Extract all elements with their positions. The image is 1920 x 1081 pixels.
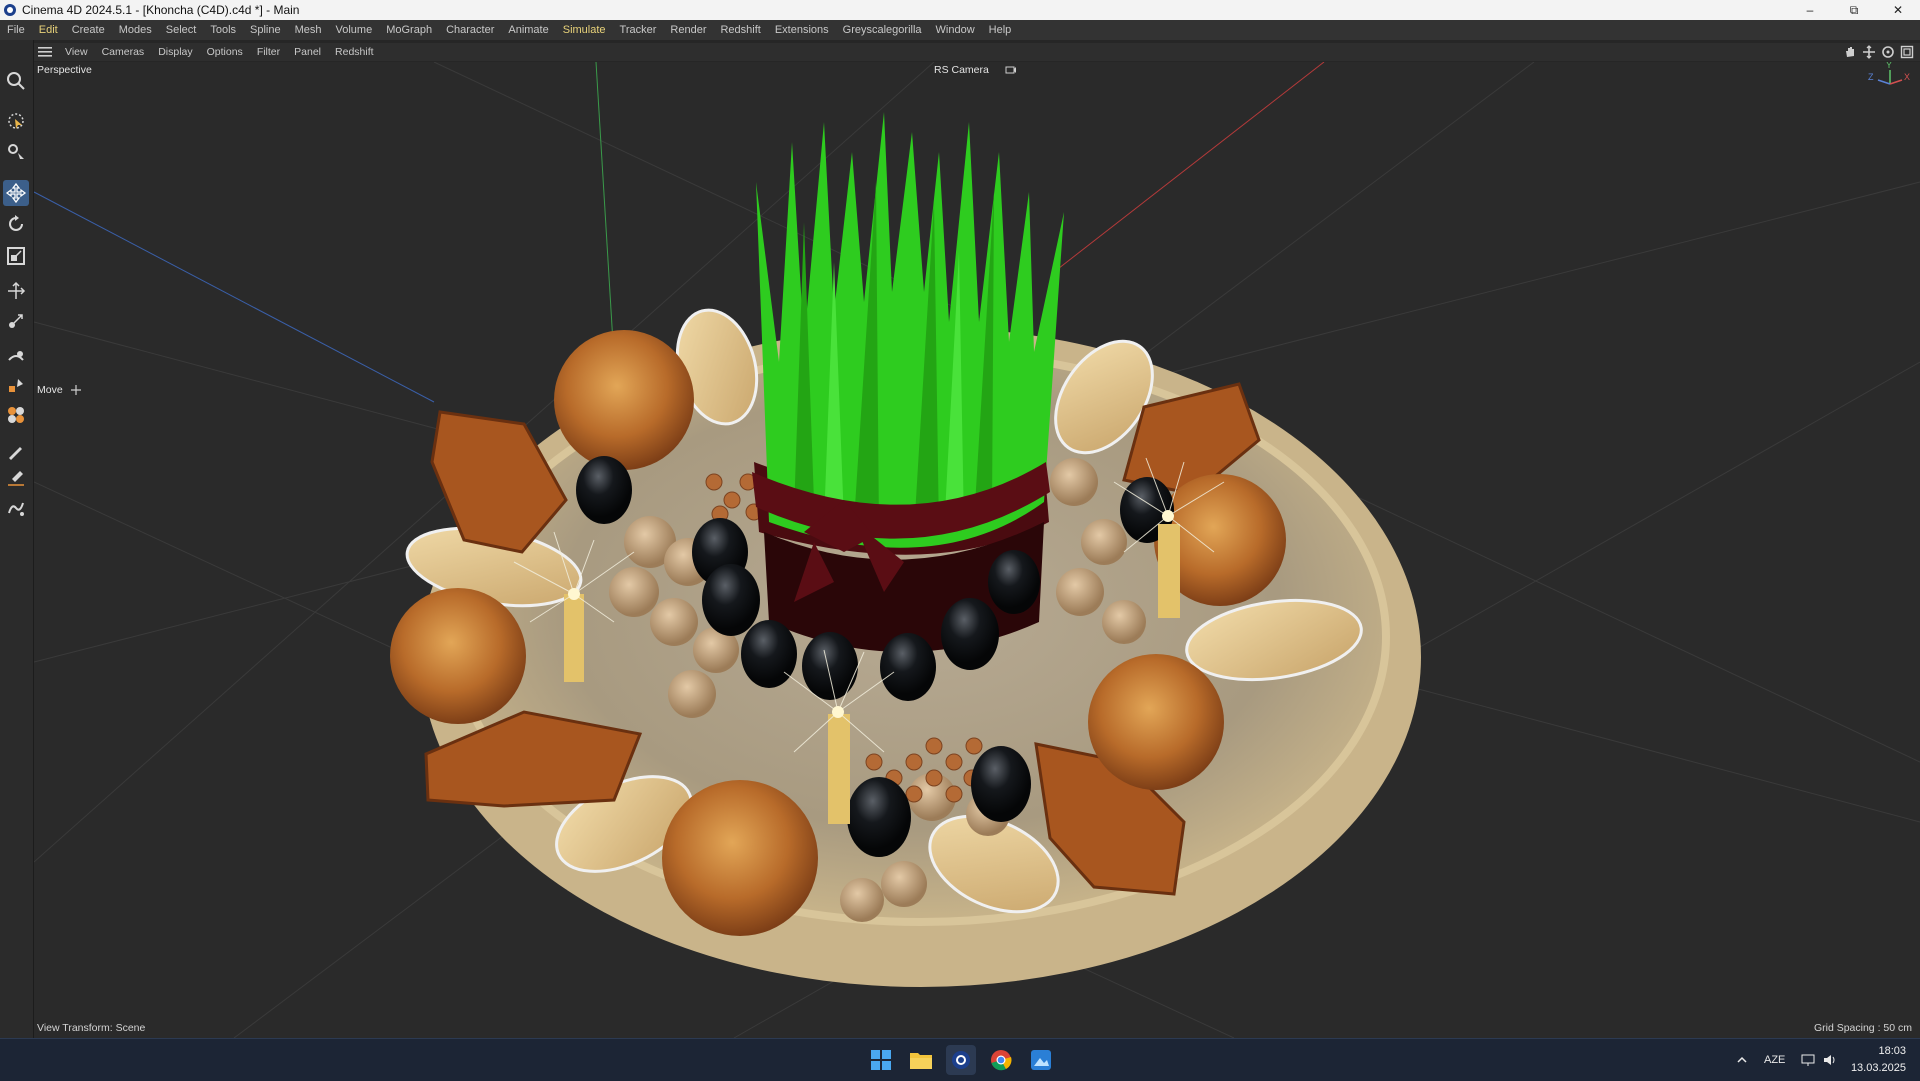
scene-render [34,62,1920,1038]
windows-taskbar: AZE 18:03 13.03.2025 [0,1038,1920,1081]
window-title: Cinema 4D 2024.5.1 - [Khoncha (C4D).c4d … [22,3,300,17]
main-menu-bar: File Edit Create Modes Select Tools Spli… [0,20,1920,40]
menu-window[interactable]: Window [929,24,982,36]
search-icon[interactable] [3,68,29,94]
chevron-up-icon[interactable] [1736,1054,1748,1066]
axis-gizmo [1877,70,1903,85]
transform-icon[interactable] [3,278,29,304]
clock-time: 18:03 [1878,1045,1906,1057]
chrome-icon[interactable] [986,1045,1016,1075]
gizmo-y-label: Y [1886,62,1893,70]
active-camera-label[interactable]: RS Camera [934,64,989,76]
menu-file[interactable]: File [0,24,32,36]
viewport-menu-filter[interactable]: Filter [250,46,287,58]
minimize-button[interactable]: – [1788,0,1832,20]
active-tool-label: Move [37,384,63,396]
shorgogal-bun [662,780,818,936]
tweak-icon[interactable] [3,138,29,164]
file-explorer-icon[interactable] [906,1045,936,1075]
x-axis-line [1053,62,1325,273]
camera-lock-icon[interactable] [1005,64,1017,76]
clock[interactable]: 18:03 13.03.2025 [1851,1043,1906,1077]
live-selection-icon[interactable] [3,108,29,134]
shorgogal-bun [554,330,694,470]
viewport-menu-cameras[interactable]: Cameras [95,46,152,58]
close-button[interactable]: ✕ [1876,0,1920,20]
spline-pen-icon[interactable] [3,465,29,491]
title-bar: Cinema 4D 2024.5.1 - [Khoncha (C4D).c4d … [0,0,1920,20]
gizmo-x-label: X [1904,72,1911,82]
candle-flame [832,706,844,718]
cinema4d-logo-icon [4,4,16,16]
rotate-icon[interactable] [3,211,29,237]
menu-select[interactable]: Select [159,24,204,36]
network-icon[interactable] [1801,1053,1815,1067]
candle-flame [568,588,580,600]
orbit-camera-icon[interactable] [1881,45,1895,59]
candle-flame [1162,510,1174,522]
pan-hand-icon[interactable] [1843,45,1857,59]
menu-tracker[interactable]: Tracker [613,24,664,36]
language-indicator[interactable]: AZE [1764,1054,1785,1066]
menu-greyscalegorilla[interactable]: Greyscalegorilla [836,24,929,36]
menu-volume[interactable]: Volume [329,24,380,36]
move-camera-icon[interactable] [1862,45,1876,59]
restore-button[interactable]: ⧉ [1832,0,1876,20]
viewport-menu-panel[interactable]: Panel [287,46,328,58]
viewport-menu-options[interactable]: Options [200,46,250,58]
menu-mesh[interactable]: Mesh [288,24,329,36]
magnet-icon[interactable] [3,345,29,371]
viewport-menu-bar: View Cameras Display Options Filter Pane… [34,43,1920,61]
snap-icon[interactable] [3,308,29,334]
viewport-menu-view[interactable]: View [58,46,95,58]
menu-mograph[interactable]: MoGraph [379,24,439,36]
viewport-menu-redshift[interactable]: Redshift [328,46,381,58]
hamburger-menu-icon[interactable] [38,47,52,57]
menu-redshift[interactable]: Redshift [713,24,767,36]
menu-create[interactable]: Create [65,24,112,36]
system-tray: AZE [1736,1039,1837,1081]
move-tool-small-icon [71,385,81,395]
menu-animate[interactable]: Animate [501,24,555,36]
maximize-view-icon[interactable] [1900,45,1914,59]
z-axis-line [34,191,435,403]
tool-palette [0,40,34,1040]
clock-date: 13.03.2025 [1850,1062,1906,1074]
menu-edit[interactable]: Edit [32,24,65,36]
menu-render[interactable]: Render [663,24,713,36]
menu-modes[interactable]: Modes [112,24,159,36]
fill-icon[interactable] [3,372,29,398]
cinema4d-taskbar-icon[interactable] [946,1045,976,1075]
menu-spline[interactable]: Spline [243,24,288,36]
brush-icon[interactable] [3,438,29,464]
shorgogal-bun [390,588,526,724]
menu-tools[interactable]: Tools [203,24,243,36]
menu-extensions[interactable]: Extensions [768,24,836,36]
knife-icon[interactable] [3,495,29,521]
shorgogal-bun [1088,654,1224,790]
viewport-menu-display[interactable]: Display [151,46,199,58]
grid-spacing-status: Grid Spacing : 50 cm [1813,1022,1912,1034]
view-transform-status: View Transform: Scene [37,1022,146,1034]
volume-icon[interactable] [1823,1053,1837,1067]
3d-viewport[interactable]: Perspective RS Camera Move Z Y X View Tr… [34,62,1920,1038]
menu-character[interactable]: Character [439,24,501,36]
viewport-projection-label[interactable]: Perspective [37,64,92,76]
windows-start-icon[interactable] [866,1045,896,1075]
menu-help[interactable]: Help [982,24,1019,36]
menu-simulate[interactable]: Simulate [556,24,613,36]
sketch-icon[interactable] [3,402,29,428]
scale-icon[interactable] [3,243,29,269]
gizmo-z-label: Z [1868,72,1874,82]
photo-app-icon[interactable] [1026,1045,1056,1075]
move-icon[interactable] [3,180,29,206]
